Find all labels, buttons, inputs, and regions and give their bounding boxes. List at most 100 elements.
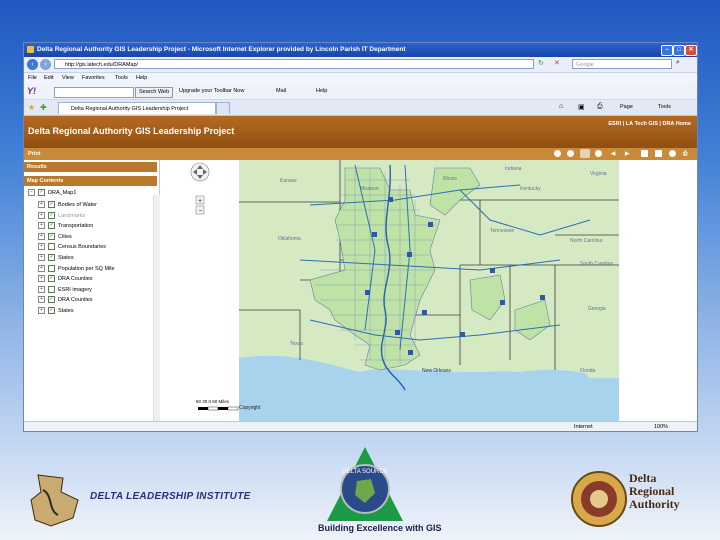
search-web-button[interactable]: Search Web [135,87,174,98]
expand-icon[interactable]: + [38,211,45,219]
layer-item[interactable]: + ✓ DRA Counties [38,295,93,305]
layer-label: ESRI imagery [58,286,92,293]
layer-checkbox[interactable]: ✓ [48,232,55,240]
home-icon[interactable]: ⌂ [559,103,563,110]
label-virginia: Virginia [590,171,607,177]
layer-label: DRA Counties [58,276,93,283]
expand-icon[interactable]: + [38,243,45,251]
dli-logo [30,474,79,527]
tools-menu[interactable]: Tools [658,104,671,110]
dra-logo-text: Delta Regional Authority [629,472,680,511]
expand-icon[interactable]: + [38,232,45,240]
layer-checkbox[interactable]: ✓ [48,201,55,209]
zoom-in-tool-icon[interactable] [554,150,561,157]
map-contents-header[interactable]: Map Contents [24,176,157,186]
print-link[interactable]: Print [28,148,41,160]
label-oklahoma: Oklahoma [278,236,301,242]
menu-help[interactable]: Help [136,73,147,84]
layer-label: Census Boundaries [58,244,107,251]
header-links[interactable]: ESRI | LA Tech GIS | DRA Home [608,121,691,127]
layer-checkbox[interactable]: ✓ [48,275,55,283]
layer-item[interactable]: + Census Boundaries [38,242,106,252]
layer-checkbox[interactable]: ✓ [48,254,55,262]
pan-control[interactable] [190,162,210,182]
add-favorite-icon[interactable]: ✚ [40,103,47,112]
layer-checkbox[interactable] [48,264,55,272]
map-root-item[interactable]: − ✓ DRA_Map1 [28,188,76,198]
forward-extent-icon[interactable]: ▶ [625,148,629,160]
layer-label: Bodies of Water [58,202,97,208]
browser-window: Delta Regional Authority GIS Leadership … [23,42,698,432]
layer-item[interactable]: + ✓ Transportation [38,221,93,231]
refresh-icon[interactable]: ↻ [538,59,544,67]
sidebar-scrollbar[interactable] [153,195,160,421]
url-input[interactable]: http://gis.latech.edu/DRAMap/ [54,59,534,69]
new-tab-button[interactable] [216,102,230,114]
layer-item[interactable]: + ✓ Cities [38,232,72,242]
layer-item[interactable]: + ESRI imagery [38,285,92,295]
layer-item[interactable]: + ✓ Bodies of Water [38,200,97,210]
measure-tool-icon[interactable] [655,150,662,157]
upgrade-toolbar-link[interactable]: Upgrade your Toolbar Now [179,87,244,96]
yahoo-search-input[interactable] [54,87,134,98]
zoom-out-tool-icon[interactable] [567,150,574,157]
page-menu[interactable]: Page [620,104,633,110]
identify-icon[interactable] [669,150,676,157]
layer-label: Transportation [58,223,94,230]
expand-icon[interactable]: + [38,307,45,315]
feeds-icon[interactable]: ▣ [578,103,585,111]
layer-checkbox[interactable] [48,285,55,293]
map-svg[interactable]: Kansas Missouri Illinois Indiana Kentuck… [160,160,697,423]
maximize-button[interactable]: □ [673,45,685,56]
back-extent-icon[interactable]: ◀ [611,148,615,160]
checkbox-icon[interactable]: ✓ [38,189,45,197]
expand-icon[interactable]: + [38,222,45,230]
layer-checkbox[interactable]: ✓ [48,296,55,304]
layer-checkbox[interactable]: ✓ [48,211,55,219]
layer-item[interactable]: + ✓ DRA Counties [38,274,93,284]
map-panel[interactable]: Kansas Missouri Illinois Indiana Kentuck… [160,160,697,423]
layer-item[interactable]: + ✓ States [38,253,74,263]
print-icon[interactable]: ⎙ [597,103,603,111]
mail-link[interactable]: Mail [276,87,286,96]
back-icon[interactable]: ‹ [27,59,38,70]
dra-word-3: Authority [629,497,680,511]
expand-icon[interactable]: + [38,275,45,283]
results-panel-header[interactable]: Results [24,162,157,172]
minimize-button[interactable]: – [661,45,673,56]
menu-file[interactable]: File [28,73,37,84]
zoom-level[interactable]: 100% [654,422,668,431]
menu-view[interactable]: View [62,73,74,84]
select-tool-icon[interactable] [641,150,648,157]
scale-label: 60 30 0 60 Miles [196,399,230,404]
title-bar: Delta Regional Authority GIS Leadership … [24,43,697,57]
pan-tool-icon[interactable] [580,149,590,158]
layer-checkbox[interactable] [48,243,55,251]
stop-icon[interactable]: ✕ [554,59,560,67]
help-link[interactable]: Help [316,87,327,96]
layer-item[interactable]: + ✓ Landmarks [38,211,85,221]
menu-edit[interactable]: Edit [44,73,53,84]
expand-icon[interactable]: + [38,201,45,209]
address-bar: ‹ › http://gis.latech.edu/DRAMap/ ↻ ✕ Go… [24,57,697,73]
close-button[interactable]: ✕ [685,45,697,56]
expand-icon[interactable]: + [38,264,45,272]
search-icon[interactable]: ⌕ [676,59,680,67]
collapse-icon[interactable]: − [28,189,35,197]
tab-dra-gis[interactable]: Delta Regional Authority GIS Leadership … [58,102,216,114]
menu-favorites[interactable]: Favorites [82,73,105,84]
print-map-icon[interactable]: ⎙ [683,148,687,160]
expand-icon[interactable]: + [38,296,45,304]
layer-checkbox[interactable]: ✓ [48,307,55,315]
search-input[interactable]: Google [572,59,672,69]
forward-icon[interactable]: › [40,59,51,70]
favorites-star-icon[interactable]: ★ [28,103,35,112]
full-extent-icon[interactable] [595,150,602,157]
expand-icon[interactable]: + [38,254,45,262]
layer-item[interactable]: + Population per SQ Mile [38,264,115,274]
layer-label: Population per SQ Mile [58,265,115,272]
layer-checkbox[interactable]: ✓ [48,222,55,230]
layer-item[interactable]: + ✓ States [38,306,74,316]
menu-tools[interactable]: Tools [115,73,128,84]
expand-icon[interactable]: + [38,285,45,293]
